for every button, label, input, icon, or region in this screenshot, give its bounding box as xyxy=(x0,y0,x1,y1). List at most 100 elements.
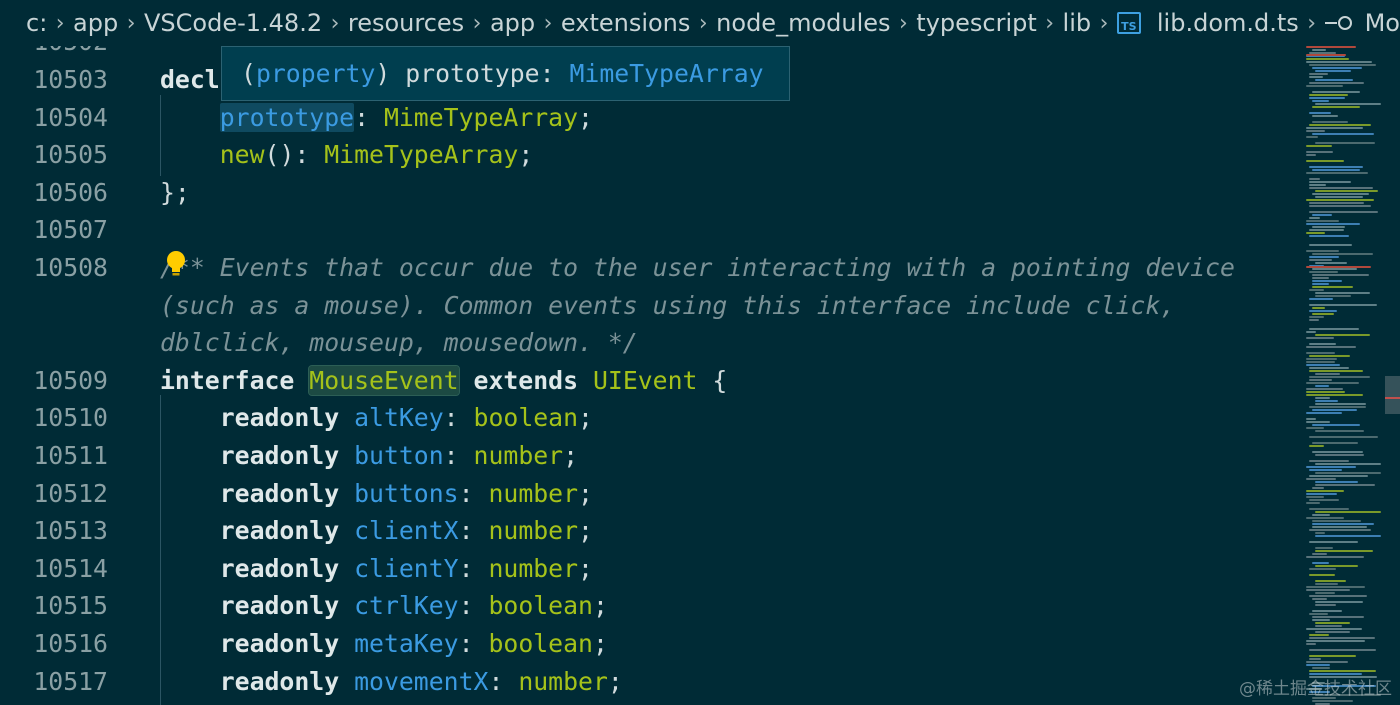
code-text: readonly movementX: number; xyxy=(160,663,623,701)
typescript-file-icon: TS xyxy=(1116,12,1141,34)
minimap-line xyxy=(1306,223,1360,225)
breadcrumb-item-label: resources xyxy=(347,9,465,37)
minimap-line xyxy=(1309,217,1320,219)
code-line[interactable]: dblclick, mouseup, mousedown. */ xyxy=(0,324,1296,362)
code-line[interactable]: 10516 readonly metaKey: boolean; xyxy=(0,625,1296,663)
breadcrumb-item-label: node_modules xyxy=(716,9,891,37)
minimap-line xyxy=(1306,418,1316,420)
minimap-line xyxy=(1306,331,1316,333)
code-editor[interactable]: 10502 10503 decl 10504 prototype: MimeTypeA… xyxy=(0,46,1296,705)
minimap-line xyxy=(1306,337,1334,339)
minimap-line xyxy=(1312,277,1329,279)
code-line[interactable]: 10514 readonly clientY: number; xyxy=(0,550,1296,588)
code-line[interactable]: 10507 xyxy=(0,211,1296,249)
minimap-line xyxy=(1309,541,1358,543)
minimap-line xyxy=(1315,142,1375,144)
line-number: 10502 xyxy=(0,46,108,61)
code-line[interactable]: 10508 /** Events that occur due to the us… xyxy=(0,249,1296,287)
code-token: ; xyxy=(578,102,593,132)
minimap-line xyxy=(1309,445,1324,447)
code-line[interactable]: (such as a mouse). Common events using t… xyxy=(0,287,1296,325)
code-line[interactable]: 10509 interface MouseEvent extends UIEven… xyxy=(0,362,1296,400)
code-token: readonly xyxy=(219,403,355,433)
code-text: (such as a mouse). Common events using t… xyxy=(160,287,1175,325)
minimap-line xyxy=(1306,412,1342,414)
code-token: dblclick, mouseup, mousedown. */ xyxy=(160,328,638,358)
code-token: number xyxy=(488,553,579,583)
breadcrumb-item[interactable]: app xyxy=(73,9,118,37)
breadcrumb-item[interactable]: VSCode-1.48.2 xyxy=(144,9,322,37)
minimap-line xyxy=(1309,529,1371,531)
minimap-line xyxy=(1309,469,1342,471)
code-token: : xyxy=(458,553,489,583)
code-token: ; xyxy=(592,591,608,621)
minimap[interactable] xyxy=(1296,46,1385,705)
minimap-line xyxy=(1315,70,1351,72)
code-line[interactable]: 10513 readonly clientX: number; xyxy=(0,512,1296,550)
code-text: readonly ctrlKey: boolean; xyxy=(160,587,608,625)
breadcrumb-item[interactable]: Mo xyxy=(1324,9,1400,37)
breadcrumb-item-label: c: xyxy=(26,9,48,37)
code-text: /** Events that occur due to the user in… xyxy=(160,249,1235,287)
minimap-line xyxy=(1306,151,1333,153)
breadcrumb-item[interactable]: typescript xyxy=(916,9,1037,37)
minimap-line xyxy=(1309,187,1373,189)
minimap-line xyxy=(1312,409,1357,411)
breadcrumb-item[interactable]: c: xyxy=(26,9,47,37)
hover-tooltip: (property) prototype: MimeTypeArray xyxy=(221,46,790,101)
code-line[interactable]: 10515 readonly ctrlKey: boolean; xyxy=(0,587,1296,625)
minimap-line xyxy=(1309,259,1332,261)
code-line[interactable]: 10505 new(): MimeTypeArray; xyxy=(0,136,1296,174)
line-number: 10506 xyxy=(33,177,108,207)
line-number: 10507 xyxy=(33,215,108,245)
minimap-line xyxy=(1309,460,1349,462)
line-number: 10503 xyxy=(33,65,108,94)
code-line[interactable]: 10517 readonly movementX: number; xyxy=(0,663,1296,701)
code-token: ; xyxy=(592,629,608,658)
minimap-line xyxy=(1306,589,1350,591)
minimap-line xyxy=(1309,670,1376,672)
chevron-right-icon: › xyxy=(472,10,482,36)
minimap-line xyxy=(1312,700,1353,702)
minimap-line xyxy=(1309,205,1371,207)
lightbulb-icon[interactable] xyxy=(163,249,189,279)
code-line[interactable]: 10512 readonly buttons: number; xyxy=(0,475,1296,513)
minimap-line xyxy=(1309,595,1367,597)
minimap-line xyxy=(1309,271,1338,273)
code-line[interactable]: 10504 prototype: MimeTypeArray; xyxy=(0,99,1296,137)
code-token: ; xyxy=(578,553,593,583)
code-line[interactable]: 10506}; xyxy=(0,174,1296,212)
minimap-line xyxy=(1309,184,1326,186)
code-text: readonly clientY: number; xyxy=(160,550,593,588)
breadcrumb-item-label: lib.dom.d.ts xyxy=(1156,9,1299,37)
code-line[interactable]: 10511 readonly button: number; xyxy=(0,437,1296,475)
code-text: new(): MimeTypeArray; xyxy=(160,136,534,174)
code-token: button xyxy=(354,441,444,470)
scrollbar-thumb[interactable] xyxy=(1385,376,1400,414)
breadcrumb-item[interactable]: TS lib.dom.d.ts xyxy=(1116,9,1299,37)
breadcrumb-item[interactable]: resources xyxy=(348,9,464,37)
minimap-line xyxy=(1315,463,1381,465)
code-text: prototype: MimeTypeArray; xyxy=(160,99,593,137)
minimap-line xyxy=(1315,454,1364,456)
minimap-line xyxy=(1315,385,1329,387)
breadcrumb-item[interactable]: extensions xyxy=(561,9,691,37)
code-token: readonly xyxy=(219,441,355,470)
breadcrumb-item-label: Mo xyxy=(1364,9,1400,37)
breadcrumb-item[interactable]: app xyxy=(490,9,535,37)
minimap-line xyxy=(1315,430,1364,432)
code-token: ; xyxy=(578,516,593,546)
minimap-line xyxy=(1306,586,1365,588)
minimap-line xyxy=(1315,472,1381,474)
code-text: readonly altKey: boolean; xyxy=(160,399,593,437)
minimap-line xyxy=(1306,130,1325,132)
breadcrumb-item[interactable]: node_modules xyxy=(716,9,890,37)
minimap-line xyxy=(1309,343,1336,345)
code-line[interactable]: 10510 readonly altKey: boolean; xyxy=(0,399,1296,437)
breadcrumb-item[interactable]: lib xyxy=(1063,9,1092,37)
